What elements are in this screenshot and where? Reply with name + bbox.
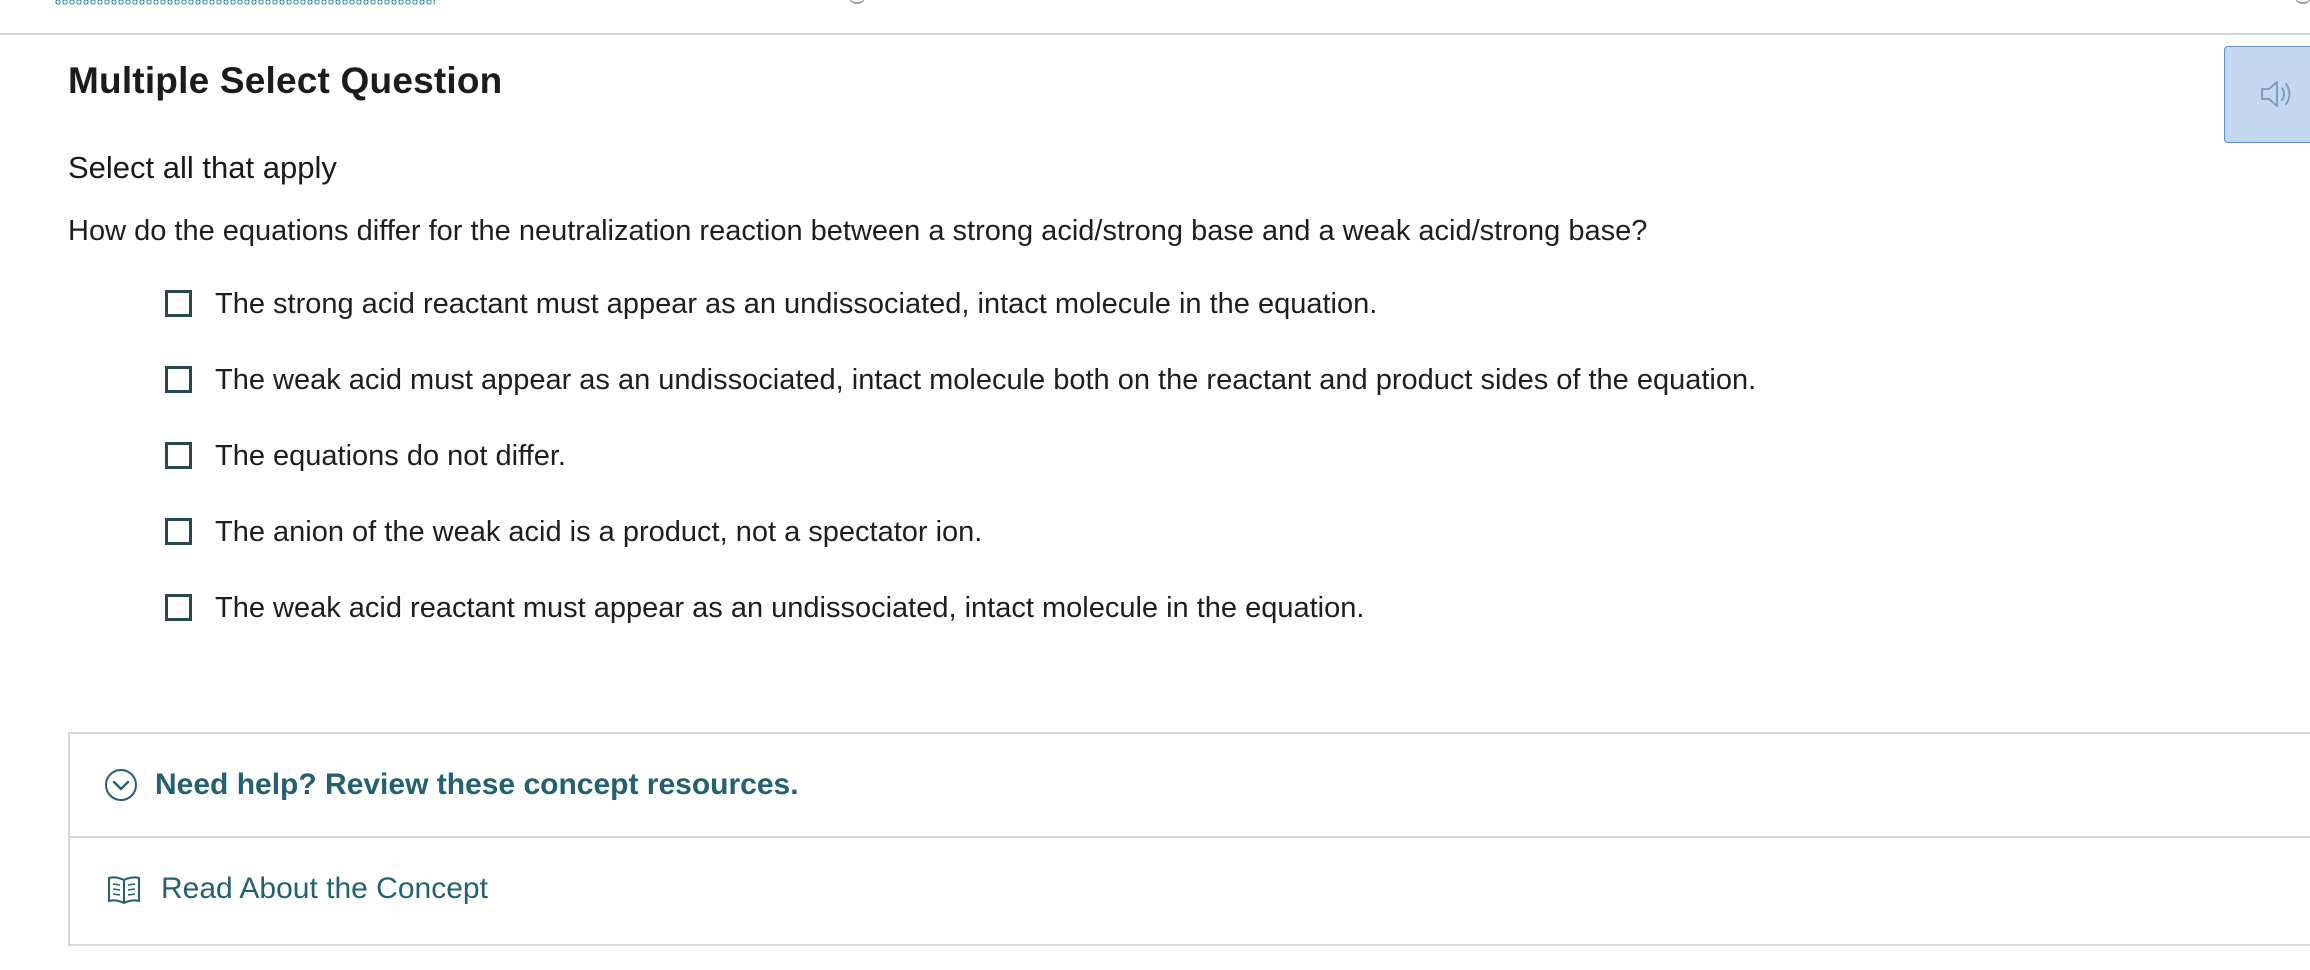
speaker-icon — [2261, 81, 2291, 107]
option-label[interactable]: The strong acid reactant must appear as … — [215, 285, 1377, 323]
concept-resources-label[interactable]: Need help? Review these concept resource… — [155, 768, 799, 802]
concept-resources-toggle[interactable]: Need help? Review these concept resource… — [70, 734, 2310, 838]
option-label[interactable]: The anion of the weak acid is a product,… — [215, 513, 982, 551]
read-about-concept-label[interactable]: Read About the Concept — [161, 872, 488, 906]
question-type-title: Multiple Select Question — [68, 60, 503, 101]
option-label[interactable]: The weak acid must appear as an undissoc… — [215, 361, 1756, 399]
option-checkbox[interactable] — [165, 366, 192, 393]
read-aloud-button[interactable] — [2224, 46, 2310, 143]
answer-option[interactable]: The anion of the weak acid is a product,… — [165, 513, 1756, 589]
book-icon — [108, 876, 140, 904]
option-label[interactable]: The weak acid reactant must appear as an… — [215, 589, 1364, 627]
top-nav-mark-right — [2294, 0, 2310, 4]
top-bar — [0, 0, 2310, 35]
question-prompt: How do the equations differ for the neut… — [68, 215, 1648, 247]
option-checkbox[interactable] — [165, 518, 192, 545]
option-checkbox[interactable] — [165, 290, 192, 317]
answer-option[interactable]: The strong acid reactant must appear as … — [165, 285, 1756, 361]
option-checkbox[interactable] — [165, 594, 192, 621]
read-about-concept-link[interactable]: Read About the Concept — [70, 836, 2310, 944]
instruction-text: Select all that apply — [68, 150, 337, 185]
answer-option[interactable]: The weak acid must appear as an undissoc… — [165, 361, 1756, 437]
concept-resources-panel: Need help? Review these concept resource… — [68, 732, 2310, 946]
option-label[interactable]: The equations do not differ. — [215, 437, 566, 475]
chevron-down-circle-icon — [105, 769, 137, 801]
top-nav-mark — [848, 0, 866, 4]
answer-option[interactable]: The equations do not differ. — [165, 437, 1756, 513]
option-checkbox[interactable] — [165, 442, 192, 469]
answer-option[interactable]: The weak acid reactant must appear as an… — [165, 589, 1756, 665]
answer-options: The strong acid reactant must appear as … — [165, 285, 1756, 665]
progress-indicator — [55, 0, 435, 8]
